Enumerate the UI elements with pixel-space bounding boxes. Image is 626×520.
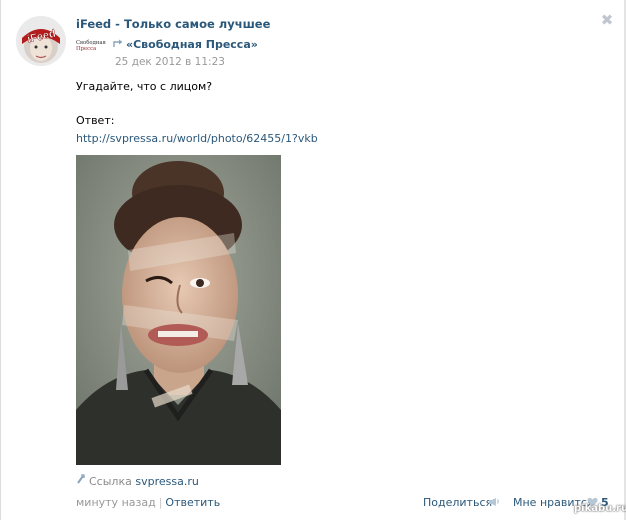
post-text: Угадайте, что с лицом?: [76, 80, 213, 93]
source-logo[interactable]: Свободная Пресса: [76, 40, 108, 62]
footer-separator: |: [158, 496, 163, 509]
source-name-link[interactable]: «Свободная Пресса»: [126, 38, 258, 51]
link-attachment[interactable]: Ссылка svpressa.ru: [89, 475, 199, 488]
share-icon[interactable]: [488, 496, 500, 507]
link-label: Ссылка: [89, 475, 132, 488]
reply-link[interactable]: Ответить: [165, 496, 220, 509]
author-avatar[interactable]: iFeed: [16, 16, 66, 66]
author-name-link[interactable]: iFeed - Только самое лучшее: [76, 17, 270, 31]
repost-icon: [113, 39, 123, 47]
answer-link[interactable]: http://svpressa.ru/world/photo/62455/1?v…: [76, 132, 318, 145]
pikabu-watermark: pikabu.ru: [574, 503, 626, 514]
answer-label: Ответ:: [76, 114, 115, 127]
post-photo[interactable]: [76, 155, 281, 465]
post-date[interactable]: 25 дек 2012 в 11:23: [115, 56, 225, 68]
frame-left-border: [0, 0, 1, 520]
link-icon: [77, 474, 85, 484]
post-footer-left: минуту назад | Ответить: [76, 496, 220, 509]
share-button[interactable]: Поделиться: [423, 496, 492, 509]
post-time[interactable]: минуту назад: [76, 496, 156, 509]
link-domain[interactable]: svpressa.ru: [135, 475, 198, 488]
close-icon[interactable]: ✖: [600, 13, 614, 28]
source-logo-line2: Пресса: [76, 46, 97, 52]
